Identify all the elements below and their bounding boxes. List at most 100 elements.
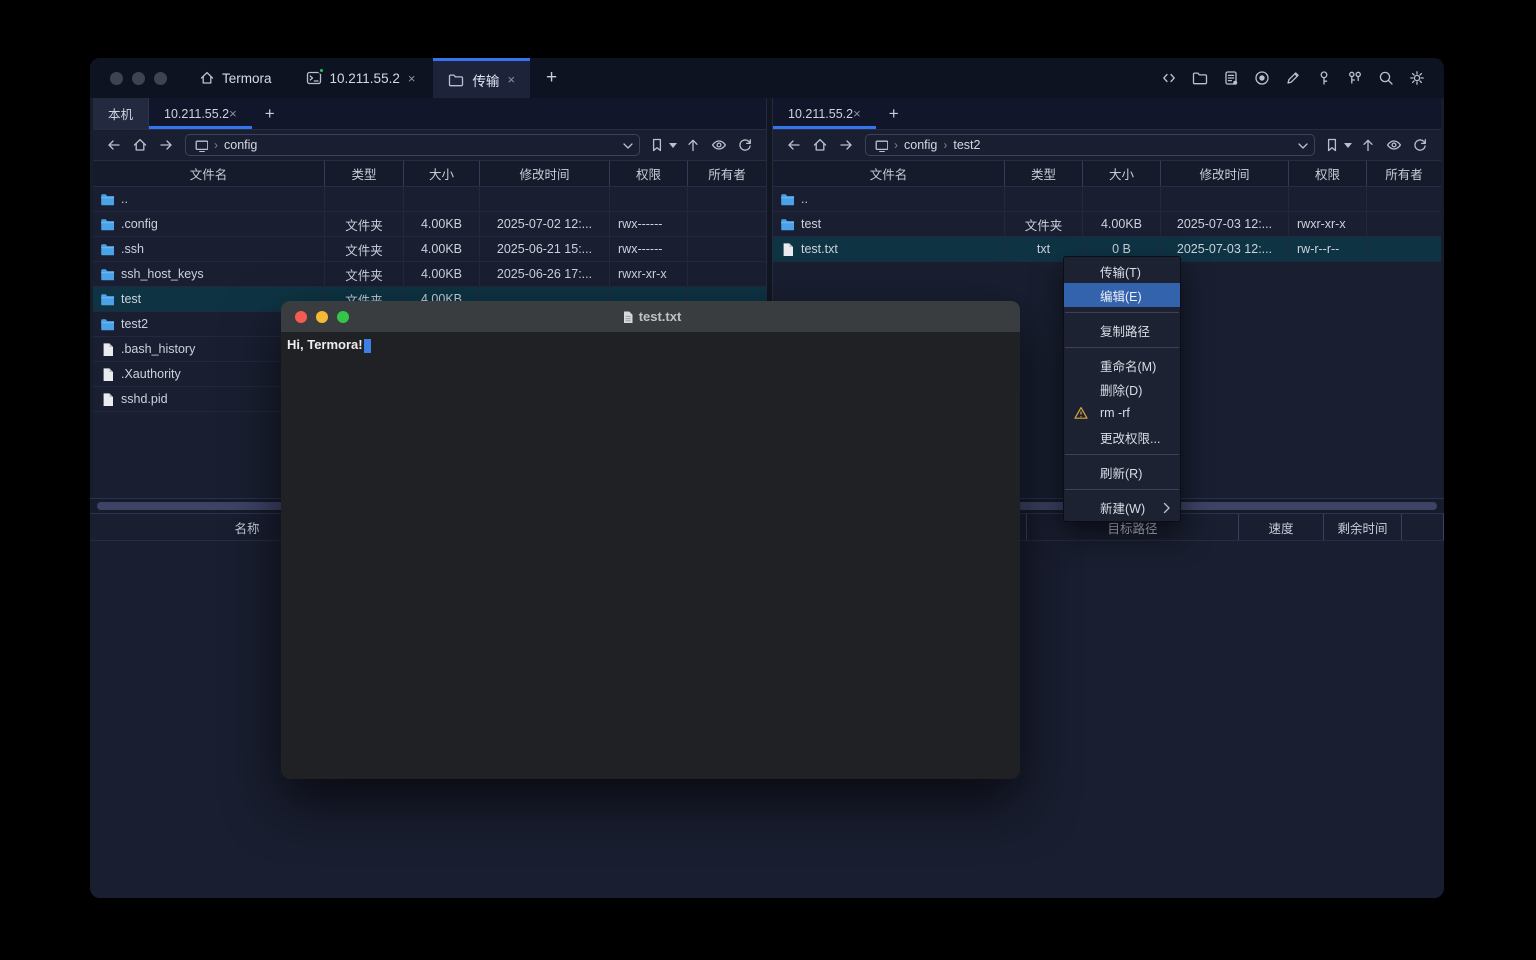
folder-icon: [780, 217, 794, 231]
file-icon: [100, 392, 114, 406]
chevron-down-icon: [1295, 138, 1309, 152]
screen: Termora 10.211.55.2 × 传输 × +: [0, 0, 1536, 960]
home-icon: [199, 70, 215, 86]
upload-button[interactable]: [681, 133, 705, 157]
new-tab-button[interactable]: +: [546, 67, 557, 89]
search-icon[interactable]: [1378, 70, 1395, 87]
column-header-mtime[interactable]: 修改时间: [1161, 161, 1289, 186]
right-path-breadcrumb[interactable]: › config › test2: [865, 134, 1315, 156]
add-pane-tab-button[interactable]: +: [252, 98, 288, 129]
back-button[interactable]: [102, 133, 126, 157]
column-header-speed[interactable]: 速度: [1239, 514, 1324, 540]
close-tab-icon[interactable]: ×: [408, 72, 416, 85]
column-header-mtime[interactable]: 修改时间: [480, 161, 610, 186]
table-row[interactable]: ssh_host_keys 文件夹 4.00KB 2025-06-26 17:.…: [93, 262, 766, 287]
table-row[interactable]: ..: [93, 187, 766, 212]
key-icon[interactable]: [1316, 70, 1333, 87]
table-row[interactable]: ..: [773, 187, 1441, 212]
chevron-right-icon: [1159, 500, 1173, 514]
file-icon: [100, 342, 114, 356]
tab-remote-left[interactable]: 10.211.55.2 ×: [149, 98, 252, 129]
home-button[interactable]: [808, 133, 832, 157]
menu-separator: [1065, 312, 1179, 313]
column-header-size[interactable]: 大小: [404, 161, 480, 186]
tab-local-label: 本机: [108, 104, 133, 123]
menu-item-rename[interactable]: 重命名(M): [1064, 353, 1180, 377]
refresh-button[interactable]: [733, 133, 757, 157]
column-header-name[interactable]: 文件名: [773, 161, 1005, 186]
column-header-remaining[interactable]: 剩余时间: [1324, 514, 1402, 540]
forward-button[interactable]: [154, 133, 178, 157]
column-header-type[interactable]: 类型: [325, 161, 404, 186]
back-button[interactable]: [782, 133, 806, 157]
record-icon[interactable]: [1254, 70, 1271, 87]
close-tab-icon[interactable]: ×: [507, 73, 515, 86]
close-window-button[interactable]: [295, 311, 307, 323]
menu-item-rm-rf[interactable]: rm -rf: [1064, 401, 1180, 425]
menu-item-edit-highlighted[interactable]: 编辑(E): [1064, 283, 1180, 307]
pencil-icon[interactable]: [1285, 70, 1302, 87]
caret-down-icon[interactable]: [669, 143, 677, 148]
path-dropdown-button[interactable]: [1290, 135, 1314, 155]
menu-item-new[interactable]: 新建(W): [1064, 495, 1180, 519]
left-path-breadcrumb[interactable]: › config: [185, 134, 640, 156]
forward-button[interactable]: [834, 133, 858, 157]
connection-status-dot: [318, 67, 325, 74]
editor-content[interactable]: Hi, Termora!: [281, 332, 1020, 353]
show-hidden-button[interactable]: [707, 133, 731, 157]
tab-remote-label: 10.211.55.2: [164, 107, 229, 121]
code-icon[interactable]: [1161, 70, 1178, 87]
minimize-window-button[interactable]: [316, 311, 328, 323]
close-tab-icon[interactable]: ×: [229, 107, 237, 120]
column-header-name[interactable]: 文件名: [93, 161, 325, 186]
menu-item-refresh[interactable]: 刷新(R): [1064, 460, 1180, 484]
folder-icon[interactable]: [1192, 70, 1209, 87]
add-pane-tab-button[interactable]: +: [876, 98, 912, 129]
context-menu: 传输(T) 编辑(E) 复制路径 重命名(M) 删除(D) rm -rf 更改权…: [1063, 256, 1181, 522]
tab-remote-right[interactable]: 10.211.55.2 ×: [773, 98, 876, 129]
show-hidden-button[interactable]: [1382, 133, 1406, 157]
column-header-size[interactable]: 大小: [1083, 161, 1161, 186]
breadcrumb-segment[interactable]: config: [904, 138, 937, 152]
refresh-button[interactable]: [1408, 133, 1432, 157]
menu-item-copy-path[interactable]: 复制路径: [1064, 318, 1180, 342]
close-tab-icon[interactable]: ×: [853, 107, 861, 120]
path-dropdown-button[interactable]: [615, 135, 639, 155]
bookmark-button[interactable]: [1324, 137, 1352, 153]
bookmark-button[interactable]: [649, 137, 677, 153]
menu-item-chmod[interactable]: 更改权限...: [1064, 425, 1180, 449]
home-button[interactable]: [128, 133, 152, 157]
menu-item-delete[interactable]: 删除(D): [1064, 377, 1180, 401]
computer-icon: [194, 138, 208, 152]
titlebar-toolbar: [1161, 70, 1426, 87]
column-header-perm[interactable]: 权限: [1289, 161, 1367, 186]
menu-item-transfer[interactable]: 传输(T): [1064, 259, 1180, 283]
warning-icon: [1073, 405, 1089, 421]
log-icon[interactable]: [1223, 70, 1240, 87]
column-header-type[interactable]: 类型: [1005, 161, 1083, 186]
breadcrumb-segment[interactable]: config: [224, 138, 257, 152]
minimize-window-button[interactable]: [132, 72, 145, 85]
column-header-owner[interactable]: 所有者: [688, 161, 766, 186]
table-row[interactable]: test 文件夹 4.00KB 2025-07-03 12:... rwxr-x…: [773, 212, 1441, 237]
keychain-icon[interactable]: [1347, 70, 1364, 87]
editor-titlebar[interactable]: test.txt: [281, 301, 1020, 332]
table-row[interactable]: .ssh 文件夹 4.00KB 2025-06-21 15:... rwx---…: [93, 237, 766, 262]
editor-title-group: test.txt: [281, 309, 1020, 324]
maximize-window-button[interactable]: [337, 311, 349, 323]
gear-icon[interactable]: [1409, 70, 1426, 87]
app-home-tab[interactable]: Termora: [199, 70, 272, 86]
terminal-icon: [306, 70, 322, 86]
close-window-button[interactable]: [110, 72, 123, 85]
tab-local[interactable]: 本机: [93, 98, 149, 129]
column-header-perm[interactable]: 权限: [610, 161, 688, 186]
caret-down-icon[interactable]: [1344, 143, 1352, 148]
table-row[interactable]: .config 文件夹 4.00KB 2025-07-02 12:... rwx…: [93, 212, 766, 237]
tab-transfer-selected[interactable]: 传输 ×: [433, 58, 530, 98]
breadcrumb-segment[interactable]: test2: [953, 138, 980, 152]
upload-button[interactable]: [1356, 133, 1380, 157]
maximize-window-button[interactable]: [154, 72, 167, 85]
document-icon: [620, 310, 633, 323]
tab-host-session[interactable]: 10.211.55.2 ×: [298, 58, 424, 98]
column-header-owner[interactable]: 所有者: [1367, 161, 1441, 186]
